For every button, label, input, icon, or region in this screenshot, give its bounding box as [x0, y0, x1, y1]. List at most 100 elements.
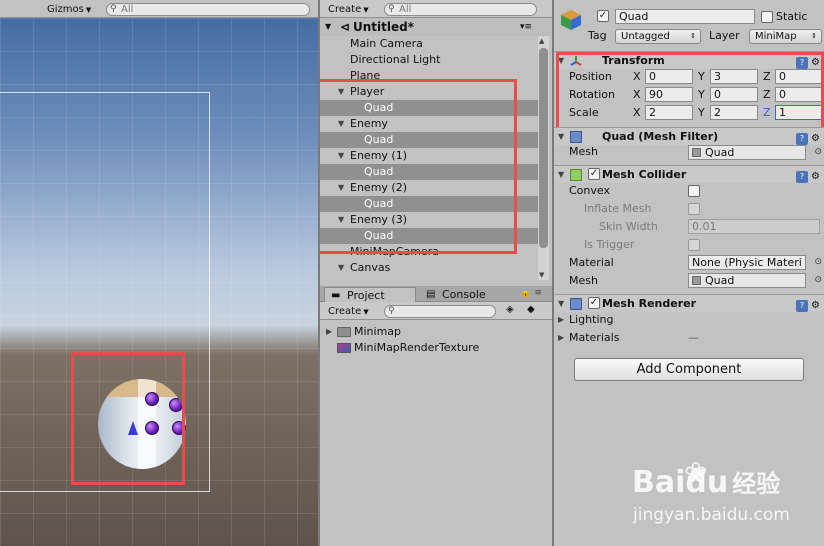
component-header-icons[interactable]: ? ⚙ [796, 297, 820, 314]
mesh-collider-header[interactable]: ▼ ✓ Mesh Collider ? ⚙ [554, 165, 824, 183]
chevron-down-icon: ▼ [363, 6, 369, 14]
watermark-paw-icon: ❀ [684, 456, 708, 489]
scrollbar-thumb[interactable] [539, 48, 548, 248]
fold-right-icon[interactable]: ▶ [558, 312, 564, 327]
filter-label-icon[interactable]: ◆ [527, 304, 535, 315]
mesh-renderer-enabled-checkbox[interactable]: ✓ [588, 297, 600, 309]
scene-search-placeholder: All [121, 4, 134, 15]
help-icon[interactable]: ? [796, 300, 809, 312]
mesh-collider-title: Mesh Collider [602, 168, 687, 181]
unity-scene-icon: ⊲ [340, 20, 351, 34]
scroll-up-icon[interactable]: ▲ [539, 37, 544, 45]
fold-right-icon[interactable]: ▶ [558, 330, 564, 345]
filter-type-icon[interactable]: ◈ [506, 304, 514, 315]
scene-view[interactable]: Gizmos ▼ ⚲ All [0, 0, 318, 546]
layer-dropdown[interactable]: MiniMap ⇕ [749, 29, 822, 44]
fold-down-icon[interactable]: ▼ [558, 166, 564, 183]
help-icon[interactable]: ? [796, 171, 809, 183]
hierarchy-item-main-camera[interactable]: Main Camera [320, 36, 538, 52]
mesh-icon [692, 148, 701, 157]
search-icon: ⚲ [110, 4, 117, 14]
object-name-field[interactable]: Quad [615, 9, 755, 24]
convex-checkbox[interactable] [688, 185, 700, 197]
hierarchy-toolbar: Create ▼ ⚲ All [320, 0, 552, 18]
lighting-label[interactable]: Lighting [569, 312, 613, 327]
tag-label: Tag [588, 29, 607, 42]
lock-menu-icons[interactable]: 🔒 ≡ [520, 288, 542, 298]
hierarchy-item-label: Directional Light [350, 53, 441, 66]
fold-down-icon[interactable]: ▼ [325, 18, 331, 36]
chevron-down-icon: ▼ [85, 6, 92, 14]
fold-down-icon[interactable]: ▼ [558, 295, 564, 312]
mesh-filter-mesh-field[interactable]: Quad [688, 145, 806, 160]
physic-material-field[interactable]: None (Physic Materi [688, 255, 806, 270]
fold-down-icon[interactable]: ▼ [338, 260, 344, 276]
mesh-filter-header[interactable]: ▼ Quad (Mesh Filter) ? ⚙ [554, 127, 824, 145]
mesh-renderer-icon [570, 298, 582, 310]
highlight-box-transform [556, 52, 824, 135]
search-icon: ⚲ [388, 306, 395, 316]
project-create-dropdown[interactable]: Create ▼ [325, 305, 372, 318]
project-tabs: ▬ Project ▤ Console 🔒 ≡ [320, 286, 552, 302]
folder-tab-icon: ▬ [331, 290, 341, 301]
layer-label: Layer [709, 29, 740, 42]
create-label: Create [328, 4, 362, 15]
mesh-collider-enabled-checkbox[interactable]: ✓ [588, 168, 600, 180]
collider-mesh-value: Quad [705, 274, 735, 287]
chevron-updown-icon: ⇕ [690, 32, 696, 40]
tab-console[interactable]: ▤ Console [420, 287, 500, 302]
mesh-icon [692, 276, 701, 285]
inspector-panel: ✓ Quad Static Tag Untagged ⇕ Layer MiniMa… [554, 0, 824, 546]
tag-dropdown[interactable]: Untagged ⇕ [615, 29, 701, 44]
mesh-renderer-title: Mesh Renderer [602, 297, 697, 310]
project-item-label: MiniMapRenderTexture [354, 341, 480, 354]
project-toolbar: Create ▼ ⚲ ◈ ◆ [320, 302, 552, 320]
folder-icon [337, 327, 351, 337]
mesh-renderer-header[interactable]: ▼ ✓ Mesh Renderer ? ⚙ [554, 294, 824, 312]
collider-mesh-field[interactable]: Quad [688, 273, 806, 288]
scene-header[interactable]: ▼ ⊲ Untitled* ▾≡ [320, 18, 552, 36]
search-icon: ⚲ [388, 4, 395, 14]
gizmos-label: Gizmos [47, 4, 84, 15]
create-label: Create [328, 306, 362, 317]
hierarchy-search-placeholder: All [399, 4, 412, 15]
static-checkbox[interactable] [761, 11, 773, 23]
tab-project[interactable]: ▬ Project [324, 287, 416, 302]
project-search-input[interactable]: ⚲ [384, 305, 496, 318]
add-component-button[interactable]: Add Component [574, 358, 804, 381]
fold-right-icon[interactable]: ▶ [326, 324, 332, 340]
scene-search-input[interactable]: ⚲ All [106, 3, 310, 16]
watermark-logo: ❀ Baidu 经验 [632, 456, 781, 500]
is-trigger-label: Is Trigger [584, 238, 635, 251]
gizmos-dropdown[interactable]: Gizmos ▼ [44, 3, 94, 16]
hierarchy-scrollbar[interactable]: ▲ ▼ [538, 36, 549, 280]
context-menu-icon[interactable]: ▾≡ [520, 18, 532, 36]
convex-label: Convex [569, 184, 610, 197]
component-header-icons[interactable]: ? ⚙ [796, 168, 820, 185]
scroll-down-icon[interactable]: ▼ [539, 271, 544, 279]
active-checkbox[interactable]: ✓ [597, 10, 609, 22]
collider-mesh-label: Mesh [569, 274, 598, 287]
skin-width-field: 0.01 [688, 219, 820, 234]
highlight-box-minimap [71, 352, 185, 485]
inflate-mesh-label: Inflate Mesh [584, 202, 652, 215]
object-picker-icon[interactable]: ⊙ [814, 275, 822, 285]
hierarchy-search-input[interactable]: ⚲ All [384, 3, 537, 16]
object-picker-icon[interactable]: ⊙ [814, 257, 822, 267]
help-icon[interactable]: ? [796, 133, 809, 145]
hierarchy-create-dropdown[interactable]: Create ▼ [325, 3, 372, 16]
layer-value: MiniMap [755, 31, 797, 42]
hierarchy-item-canvas[interactable]: ▼ Canvas [320, 260, 538, 276]
project-item-label: Minimap [354, 325, 402, 338]
materials-label[interactable]: Materials [569, 330, 619, 345]
mesh-label: Mesh [569, 145, 598, 158]
scene-title: Untitled* [353, 20, 414, 34]
object-picker-icon[interactable]: ⊙ [814, 147, 822, 157]
hierarchy-item-directional-light[interactable]: Directional Light [320, 52, 538, 68]
static-label: Static [776, 10, 808, 23]
tag-value: Untagged [621, 31, 670, 42]
skin-width-label: Skin Width [599, 220, 658, 233]
chevron-down-icon: ▼ [363, 308, 369, 316]
fold-down-icon[interactable]: ▼ [558, 128, 564, 145]
mesh-filter-title: Quad (Mesh Filter) [602, 130, 719, 143]
